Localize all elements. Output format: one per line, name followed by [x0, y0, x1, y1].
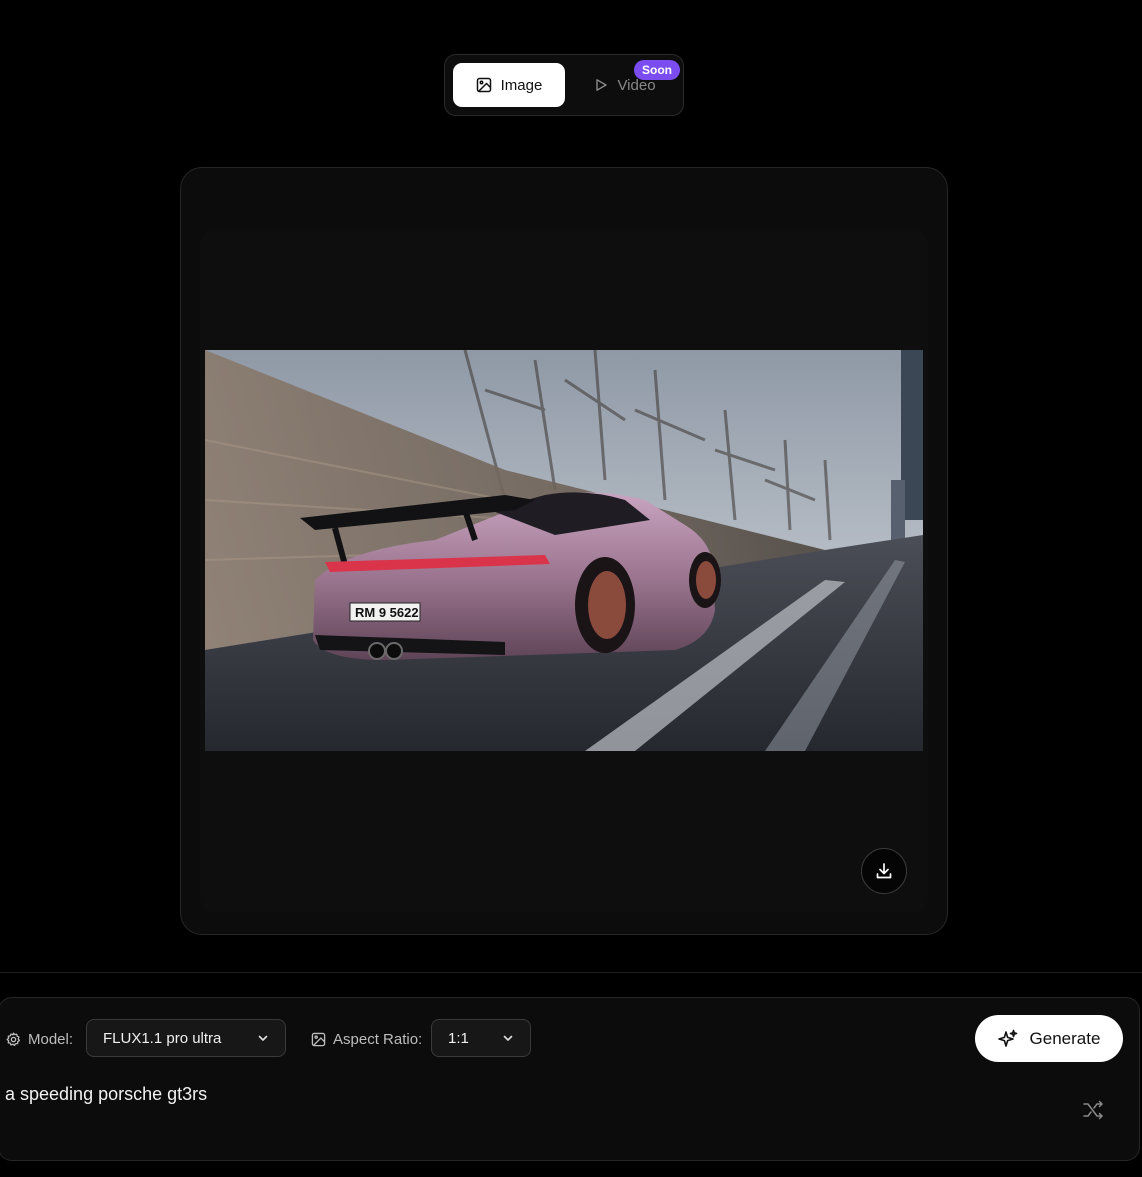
shuffle-button[interactable]: [1082, 1099, 1104, 1121]
generate-button[interactable]: Generate: [975, 1015, 1123, 1062]
soon-badge: Soon: [634, 60, 680, 80]
sparkles-icon: [997, 1029, 1017, 1047]
generated-image: RM 9 5622: [205, 350, 923, 751]
car-illustration: RM 9 5622: [205, 350, 923, 751]
gear-icon: [6, 1031, 21, 1046]
aspect-ratio-label-text: Aspect Ratio:: [333, 1030, 423, 1048]
aspect-ratio-value: 1:1: [448, 1029, 469, 1047]
divider: [0, 972, 1142, 973]
image-mode-label: Image: [500, 76, 543, 94]
download-icon: [876, 863, 892, 879]
image-mode-tab[interactable]: Image: [453, 63, 565, 107]
aspect-ratio-select[interactable]: 1:1: [431, 1019, 531, 1057]
image-icon: [311, 1032, 326, 1046]
model-label: Model:: [6, 1030, 73, 1048]
generate-label: Generate: [1029, 1028, 1101, 1048]
play-icon: [596, 79, 608, 91]
image-icon: [476, 77, 491, 93]
model-select[interactable]: FLUX1.1 pro ultra: [86, 1019, 286, 1057]
chevron-down-icon: [258, 1035, 268, 1041]
download-button[interactable]: [861, 848, 907, 894]
model-label-text: Model:: [28, 1030, 74, 1048]
plate-text: RM 9 5622: [355, 605, 419, 620]
mode-toggle: Image Video Soon: [444, 54, 684, 116]
prompt-input[interactable]: [5, 1080, 1065, 1108]
shuffle-icon: [1083, 1100, 1103, 1120]
model-select-value: FLUX1.1 pro ultra: [103, 1029, 222, 1047]
chevron-down-icon: [503, 1035, 513, 1041]
aspect-ratio-label: Aspect Ratio:: [311, 1030, 422, 1048]
